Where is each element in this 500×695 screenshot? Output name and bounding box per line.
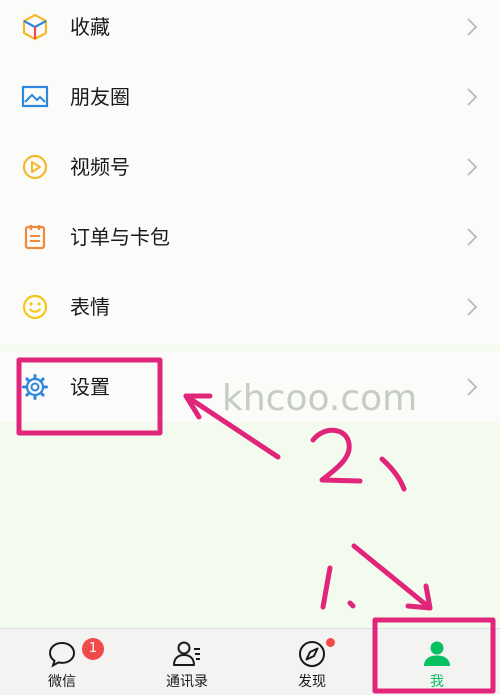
bottom-tab-bar: 1 微信 通讯录 发现 我 [0, 628, 500, 695]
chevron-right-icon [466, 17, 478, 37]
tab-contacts[interactable]: 通讯录 [137, 629, 237, 695]
step-1-dot [347, 600, 356, 609]
tab-label: 我 [430, 674, 444, 690]
chevron-right-icon [466, 227, 478, 247]
discover-dot-badge [326, 638, 335, 647]
menu-item-favorites[interactable]: 收藏 [0, 0, 500, 70]
compass-icon [297, 639, 327, 669]
person-icon [422, 639, 452, 669]
menu-item-orders-cards[interactable]: 订单与卡包 [0, 210, 500, 280]
tab-chats[interactable]: 1 微信 [12, 629, 112, 695]
stickers-smiley-icon [20, 292, 50, 322]
chevron-right-icon [466, 377, 478, 397]
menu-item-label: 表情 [70, 295, 110, 319]
menu-item-channels[interactable]: 视频号 [0, 140, 500, 210]
tab-discover[interactable]: 发现 [262, 629, 362, 695]
step-2-label [310, 427, 363, 484]
tab-label: 通讯录 [166, 674, 208, 690]
step-2-comma [379, 456, 407, 492]
menu-item-label: 收藏 [70, 15, 110, 39]
menu-item-moments[interactable]: 朋友圈 [0, 70, 500, 140]
menu-item-label: 视频号 [70, 155, 130, 179]
chevron-right-icon [466, 87, 478, 107]
contacts-icon [172, 639, 202, 669]
favorites-cube-icon [20, 12, 50, 42]
tab-label: 微信 [48, 674, 76, 690]
watermark-text: khcoo.com [222, 378, 418, 419]
menu-item-label: 朋友圈 [70, 85, 130, 109]
menu-item-label: 订单与卡包 [70, 225, 170, 249]
moments-picture-icon [20, 82, 50, 112]
step-1-label [320, 565, 333, 610]
chevron-right-icon [466, 297, 478, 317]
chat-bubble-icon [47, 639, 77, 669]
menu-item-stickers[interactable]: 表情 [0, 280, 500, 350]
chevron-right-icon [466, 157, 478, 177]
arrow-to-me-line [351, 543, 433, 611]
orders-cards-icon [20, 222, 50, 252]
channels-play-icon [20, 152, 50, 182]
arrow-to-me-head [405, 583, 433, 611]
tab-me[interactable]: 我 [387, 629, 487, 695]
menu-card: 收藏 朋友圈 视频号 订单与卡包 表情 [0, 0, 500, 345]
gear-icon [20, 372, 50, 402]
unread-badge: 1 [82, 638, 104, 660]
tab-label: 发现 [298, 674, 326, 690]
menu-item-label: 设置 [70, 375, 110, 399]
